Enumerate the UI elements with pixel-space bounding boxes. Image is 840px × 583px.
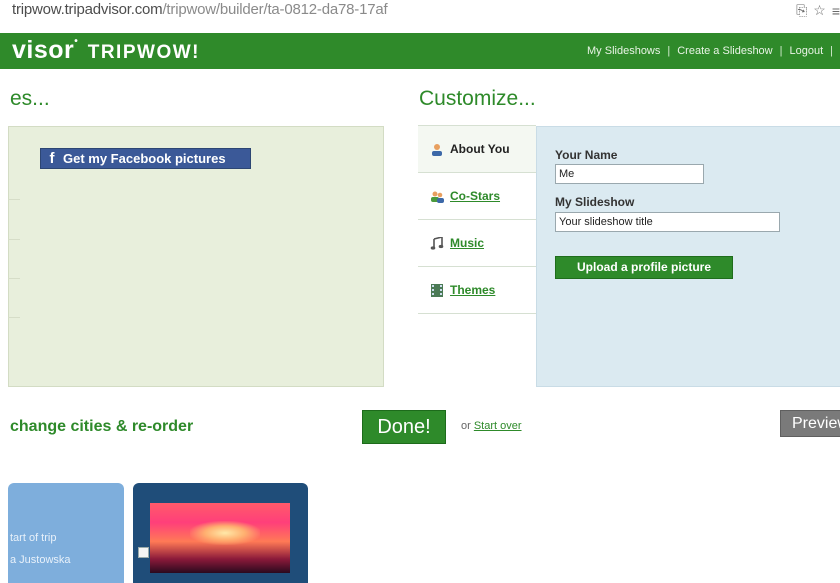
- registered-mark: •: [74, 36, 79, 47]
- logo-main-text: visor: [12, 36, 75, 64]
- tripadvisor-logo[interactable]: visor• TRIPWOW!: [12, 36, 200, 65]
- site-header: visor• TRIPWOW! My Slideshows | Create a S…: [0, 33, 840, 69]
- divider: [8, 278, 20, 279]
- tab-co-stars[interactable]: Co-Stars: [418, 173, 536, 220]
- start-over-link[interactable]: Start over: [474, 420, 522, 432]
- tab-about-you[interactable]: About You: [418, 126, 536, 173]
- tab-label: Music: [450, 236, 485, 250]
- url-path: /tripwow/builder/ta-0812-da78-17af: [162, 1, 388, 18]
- trip-start-label: tart of trip: [10, 532, 57, 544]
- divider: [8, 317, 20, 318]
- people-icon: [431, 191, 444, 203]
- tab-music[interactable]: Music: [418, 220, 536, 267]
- photo-select-checkbox[interactable]: [138, 547, 149, 558]
- nav-create-slideshow[interactable]: Create a Slideshow: [677, 45, 772, 57]
- bookmark-star-icon[interactable]: ☆: [813, 2, 826, 19]
- logo-sub-text: TRIPWOW!: [87, 42, 200, 63]
- your-name-input[interactable]: [555, 164, 704, 184]
- top-nav: My Slideshows | Create a Slideshow | Logout |: [587, 45, 840, 57]
- your-name-label: Your Name: [555, 148, 618, 162]
- nav-my-slideshows[interactable]: My Slideshows: [587, 45, 660, 57]
- tab-themes[interactable]: Themes: [418, 267, 536, 314]
- upload-profile-picture-button[interactable]: Upload a profile picture: [555, 256, 733, 279]
- film-strip-icon: [431, 283, 443, 297]
- divider: [8, 239, 20, 240]
- facebook-button-label: Get my Facebook pictures: [63, 151, 226, 166]
- slideshow-title-input[interactable]: [555, 212, 780, 232]
- tab-label: Themes: [450, 283, 496, 297]
- nav-separator: |: [779, 45, 783, 57]
- url-host: tripwow.tripadvisor.com: [12, 1, 163, 18]
- person-icon: [432, 143, 442, 156]
- sunset-glow: [190, 521, 260, 545]
- divider: [8, 199, 20, 200]
- nav-separator: |: [830, 45, 833, 57]
- url-text[interactable]: tripwow.tripadvisor.com/tripwow/builder/…: [12, 1, 388, 18]
- or-prefix: or: [461, 420, 471, 432]
- my-slideshow-label: My Slideshow: [555, 195, 635, 209]
- left-section-heading: es...: [10, 87, 50, 110]
- browser-url-bar[interactable]: tripwow.tripadvisor.com/tripwow/builder/…: [0, 0, 840, 22]
- customize-heading: Customize...: [419, 87, 536, 110]
- sunset-photo-thumbnail[interactable]: [150, 503, 290, 573]
- nav-logout[interactable]: Logout: [789, 45, 823, 57]
- customize-tabs: About You Co-Stars Music Themes: [418, 125, 536, 315]
- done-button[interactable]: Done!: [362, 410, 446, 444]
- facebook-icon: f: [49, 150, 55, 167]
- nav-separator: |: [667, 45, 671, 57]
- start-over-text: or Start over: [461, 420, 522, 432]
- facebook-pictures-button[interactable]: f Get my Facebook pictures: [40, 148, 251, 169]
- tab-label: About You: [450, 142, 510, 156]
- tab-label: Co-Stars: [450, 189, 501, 203]
- menu-icon[interactable]: ≡: [832, 3, 840, 19]
- change-cities-text: change cities & re-order: [10, 418, 194, 435]
- preview-button[interactable]: Preview: [780, 410, 840, 437]
- translate-icon[interactable]: ⎘: [796, 2, 807, 19]
- music-note-icon: [430, 236, 444, 250]
- trip-start-location: a Justowska: [10, 554, 71, 566]
